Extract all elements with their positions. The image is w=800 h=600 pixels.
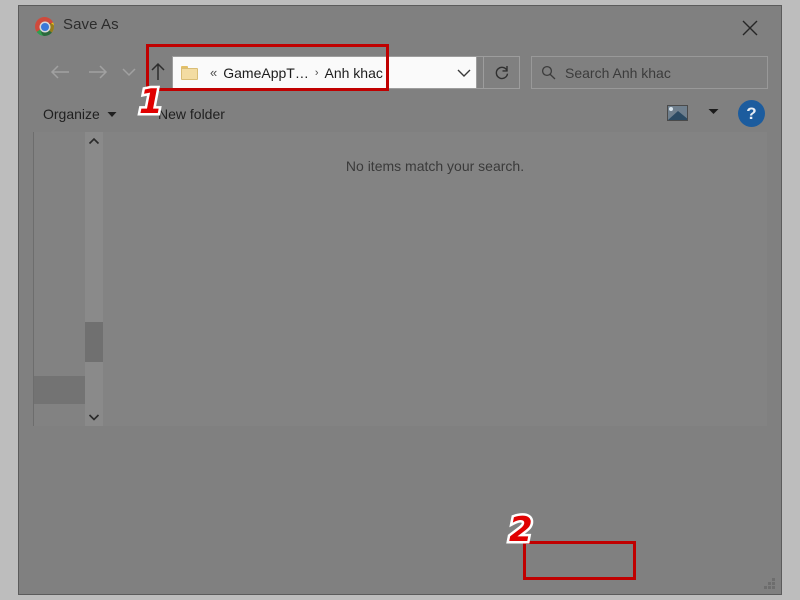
window-title: Save As [63, 16, 119, 33]
navigation-bar: « GameAppT… › Anh khac Search Anh khac [19, 48, 781, 96]
close-icon [742, 20, 758, 36]
up-button[interactable] [141, 54, 175, 90]
recent-locations-button[interactable] [117, 54, 141, 90]
chevron-down-icon [457, 69, 470, 77]
view-layout-button[interactable] [663, 102, 693, 126]
chevron-down-icon [88, 414, 100, 421]
search-input[interactable]: Search Anh khac [565, 65, 671, 81]
refresh-icon [495, 65, 508, 79]
screen: Save As « GameAppT… › Anh khac Search An… [0, 0, 800, 600]
chevron-down-icon [107, 111, 117, 117]
view-layout-icon [667, 105, 688, 121]
new-folder-label: New folder [158, 106, 225, 122]
navigation-tree-pane[interactable] [33, 132, 86, 426]
back-button[interactable] [43, 54, 77, 90]
forward-button[interactable] [81, 54, 115, 90]
scroll-up-button[interactable] [85, 132, 103, 150]
chevron-up-icon [88, 137, 100, 145]
refresh-button[interactable] [484, 56, 520, 89]
close-button[interactable] [727, 10, 773, 43]
up-arrow-icon [151, 62, 165, 80]
empty-state-message: No items match your search. [345, 158, 525, 174]
breadcrumb-item-1[interactable]: GameAppT… [223, 65, 309, 81]
organize-label: Organize [43, 106, 100, 122]
view-dropdown-icon[interactable] [708, 108, 719, 115]
search-icon [541, 65, 556, 80]
save-as-dialog: Save As « GameAppT… › Anh khac Search An… [18, 5, 782, 595]
address-bar[interactable]: « GameAppT… › Anh khac [172, 56, 477, 89]
scroll-down-button[interactable] [85, 408, 103, 426]
resize-grip[interactable] [764, 578, 776, 590]
dialog-footer: File name: DetectionM Save as type: %1" … [19, 426, 781, 594]
organize-button[interactable]: Organize [37, 102, 123, 126]
search-box[interactable]: Search Anh khac [531, 56, 768, 89]
file-list-pane[interactable]: No items match your search. [103, 132, 767, 426]
chevron-down-icon [122, 68, 136, 77]
breadcrumb-leading-separator: « [210, 65, 218, 80]
chrome-icon [35, 17, 54, 36]
forward-arrow-icon [89, 65, 108, 79]
scrollbar-thumb[interactable] [85, 322, 103, 362]
breadcrumb-item-2[interactable]: Anh khac [325, 65, 383, 81]
dialog-body: No items match your search. [19, 132, 781, 426]
title-bar: Save As [19, 6, 781, 48]
help-button[interactable]: ? [738, 100, 765, 127]
breadcrumb-separator: › [314, 66, 319, 79]
tree-selected-item[interactable] [34, 376, 86, 404]
back-arrow-icon [50, 65, 69, 79]
toolbar: Organize New folder ? [19, 96, 781, 132]
new-folder-button[interactable]: New folder [152, 102, 231, 126]
address-dropdown-button[interactable] [444, 56, 484, 89]
folder-icon [181, 65, 198, 80]
tree-scrollbar[interactable] [85, 132, 103, 426]
